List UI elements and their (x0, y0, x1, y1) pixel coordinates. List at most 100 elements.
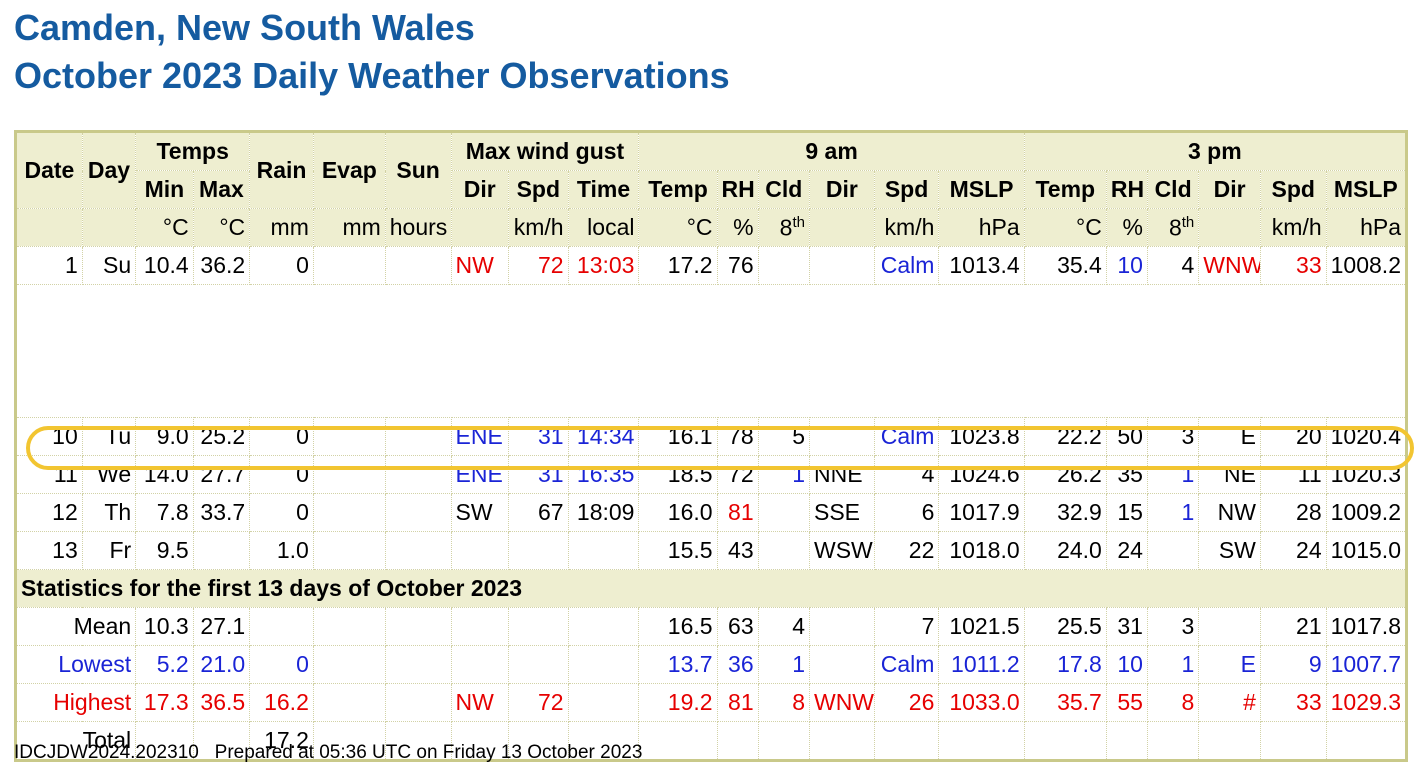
cell-3pm-rh: 10 (1105, 246, 1148, 285)
stat-9am-dir (808, 721, 875, 761)
header-gust-spd: Spd (508, 170, 569, 209)
stat-3pm-temp (1023, 721, 1107, 761)
unit-cld-base: 8 (779, 214, 793, 241)
cell-3pm-temp: 35.4 (1023, 246, 1107, 285)
header-3pm-dir: Dir (1198, 170, 1261, 209)
cell-9am-cld: 1 (757, 455, 810, 494)
stat-9am-cld: 8 (757, 683, 810, 722)
cell-9am-mslp: 1024.6 (938, 455, 1025, 494)
cell-3pm-spd: 33 (1259, 246, 1327, 285)
stats-heading: Statistics for the first 13 days of Octo… (15, 569, 1407, 608)
cell-date: 12 (15, 493, 83, 532)
stat-3pm-mslp: 1017.8 (1325, 607, 1408, 646)
unit-3pm-mslp: hPa (1325, 208, 1408, 247)
cell-gust-spd: 31 (508, 417, 569, 456)
cell-9am-spd: 22 (873, 531, 940, 570)
cell-3pm-spd: 28 (1259, 493, 1327, 532)
cell-9am-mslp: 1017.9 (938, 493, 1025, 532)
cell-9am-dir: NNE (808, 455, 875, 494)
stat-evap (312, 607, 386, 646)
cell-9am-dir: SSE (808, 493, 875, 532)
cell-9am-dir (808, 246, 875, 285)
stat-9am-spd: 7 (873, 607, 940, 646)
header-9am-rh: RH (716, 170, 759, 209)
stat-9am-dir: WNW (808, 683, 875, 722)
cell-sun (384, 246, 452, 285)
cell-sun (384, 531, 452, 570)
stat-9am-cld (757, 721, 810, 761)
cell-day: We (81, 455, 137, 494)
stat-min: 5.2 (135, 645, 194, 684)
stat-9am-rh: 63 (716, 607, 759, 646)
table-row-highlighted: 11 We 14.0 27.7 0 ENE 31 16:35 18.5 72 1… (15, 455, 1408, 494)
stat-9am-rh: 81 (716, 683, 759, 722)
prepared-timestamp: Prepared at 05:36 UTC on Friday 13 Octob… (214, 742, 643, 763)
header-date: Date (15, 131, 83, 209)
cell-min: 7.8 (135, 493, 194, 532)
page-title-period: October 2023 Daily Weather Observations (14, 55, 730, 96)
cell-min: 10.4 (135, 246, 194, 285)
cell-evap (312, 417, 386, 456)
unit-max: °C (192, 208, 251, 247)
cell-3pm-mslp: 1020.4 (1325, 417, 1408, 456)
cell-gust-time: 18:09 (567, 493, 640, 532)
unit-9am-temp: °C (638, 208, 718, 247)
cell-rain: 1.0 (249, 531, 314, 570)
header-max-wind-gust: Max wind gust (450, 131, 640, 171)
unit-gust-dir (450, 208, 510, 247)
cell-day: Su (81, 246, 137, 285)
cell-9am-spd: 4 (873, 455, 940, 494)
cell-evap (312, 531, 386, 570)
header-3pm-cld: Cld (1146, 170, 1200, 209)
stat-9am-dir (808, 607, 875, 646)
stat-evap (312, 645, 386, 684)
cell-max: 33.7 (192, 493, 251, 532)
cell-3pm-cld (1146, 531, 1200, 570)
cell-gust-time: 13:03 (567, 246, 640, 285)
stat-9am-temp (638, 721, 718, 761)
cell-evap (312, 455, 386, 494)
redacted-gap-cell (15, 284, 1407, 351)
cell-9am-cld (757, 246, 810, 285)
unit-9am-mslp: hPa (938, 208, 1025, 247)
redacted-gap-cell (15, 351, 1407, 418)
cell-max: 25.2 (192, 417, 251, 456)
stat-9am-dir (808, 645, 875, 684)
cell-rain: 0 (249, 493, 314, 532)
cell-3pm-mslp: 1009.2 (1325, 493, 1408, 532)
header-9am-dir: Dir (808, 170, 875, 209)
header-day: Day (81, 131, 137, 209)
cell-max: 27.7 (192, 455, 251, 494)
header-9am-cld: Cld (757, 170, 810, 209)
stat-3pm-spd: 21 (1259, 607, 1327, 646)
cell-sun (384, 417, 452, 456)
redacted-gap (15, 284, 1407, 351)
header-min: Min (135, 170, 194, 209)
stat-9am-spd: Calm (873, 645, 940, 684)
cell-3pm-temp: 26.2 (1023, 455, 1107, 494)
cell-evap (312, 246, 386, 285)
header-temps: Temps (135, 131, 251, 171)
cell-3pm-cld: 1 (1146, 455, 1200, 494)
header-rain: Rain (249, 131, 314, 209)
cell-9am-mslp: 1013.4 (938, 246, 1025, 285)
stat-9am-rh: 36 (716, 645, 759, 684)
stat-gust-dir (450, 645, 510, 684)
cell-9am-spd: 6 (873, 493, 940, 532)
stat-3pm-temp: 17.8 (1023, 645, 1107, 684)
stat-3pm-cld: 8 (1146, 683, 1200, 722)
stat-3pm-cld: 3 (1146, 607, 1200, 646)
cell-max: 36.2 (192, 246, 251, 285)
cell-9am-dir: WSW (808, 531, 875, 570)
cell-9am-temp: 16.1 (638, 417, 718, 456)
stat-gust-time (567, 645, 640, 684)
cell-gust-dir: NW (450, 246, 510, 285)
stat-gust-time (567, 683, 640, 722)
header-sun: Sun (384, 131, 452, 209)
stat-3pm-spd: 9 (1259, 645, 1327, 684)
cell-3pm-dir: NW (1198, 493, 1261, 532)
unit-cld-sup: th (792, 213, 805, 231)
stat-9am-temp: 19.2 (638, 683, 718, 722)
cell-3pm-temp: 24.0 (1023, 531, 1107, 570)
unit-gust-spd: km/h (508, 208, 569, 247)
